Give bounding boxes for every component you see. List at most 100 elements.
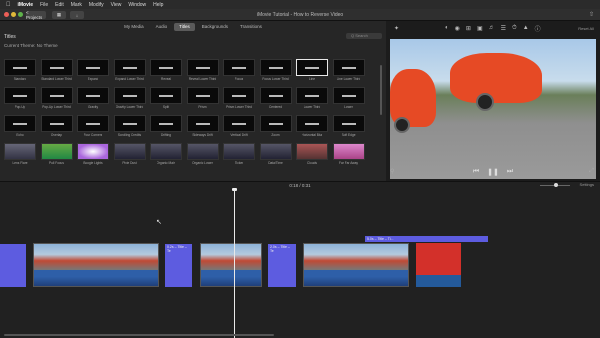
microphone-icon[interactable]: ⚲ xyxy=(390,168,394,175)
zoom-slider[interactable] xyxy=(540,183,570,187)
title-thumbnail[interactable] xyxy=(259,59,292,76)
title-thumbnail[interactable] xyxy=(150,143,182,160)
title-item[interactable]: Focus xyxy=(223,59,255,81)
title-item[interactable]: Standard xyxy=(4,59,36,81)
title-thumbnail[interactable] xyxy=(223,59,255,76)
title-thumbnail[interactable] xyxy=(296,115,328,132)
title-item[interactable]: Soft Edge xyxy=(332,115,365,137)
browser-scrollbar[interactable] xyxy=(380,65,382,115)
title-thumbnail[interactable] xyxy=(113,87,146,104)
title-thumbnail[interactable] xyxy=(4,59,36,76)
title-thumbnail[interactable] xyxy=(150,115,182,132)
tab-my-media[interactable]: My Media xyxy=(119,23,149,31)
skip-forward-icon[interactable]: ⏭ xyxy=(507,168,513,176)
title-clip[interactable]: 2.0s – Title – Te xyxy=(268,244,296,287)
title-thumbnail[interactable] xyxy=(150,87,182,104)
timeline-scrollbar[interactable] xyxy=(4,334,274,336)
title-clip-bar[interactable]: 5.0s – Title – Ti... xyxy=(365,236,488,242)
title-item[interactable]: Data/Time xyxy=(259,143,292,165)
settings-button[interactable]: Settings xyxy=(580,182,594,187)
audio-waveform[interactable] xyxy=(416,275,461,287)
title-clip[interactable] xyxy=(0,244,26,287)
filter-icon[interactable]: ▲ xyxy=(523,25,529,31)
title-thumbnail[interactable] xyxy=(296,143,328,160)
title-item[interactable]: Organic Lower xyxy=(186,143,219,165)
menu-modify[interactable]: Modify xyxy=(89,2,104,8)
title-item[interactable]: Zoom xyxy=(259,115,292,137)
playhead[interactable] xyxy=(234,190,235,338)
title-item[interactable]: Prism Lower Third xyxy=(223,87,255,109)
title-item[interactable]: Ticker xyxy=(223,143,255,165)
title-item[interactable]: Pixie Dust xyxy=(113,143,146,165)
title-item[interactable]: Pop-Up Lower Third xyxy=(40,87,73,109)
title-thumbnail[interactable] xyxy=(332,115,365,132)
title-item[interactable]: Focus Lower Third xyxy=(259,59,292,81)
title-item[interactable]: Gravity xyxy=(77,87,109,109)
title-thumbnail[interactable] xyxy=(150,59,182,76)
title-item[interactable]: Boogie Lights xyxy=(77,143,109,165)
reset-all-button[interactable]: Reset All xyxy=(578,26,594,31)
play-pause-icon[interactable]: ❚❚ xyxy=(487,168,499,176)
title-thumbnail[interactable] xyxy=(40,59,73,76)
title-item[interactable]: Prism xyxy=(186,87,219,109)
title-item[interactable]: Organic Main xyxy=(150,143,182,165)
title-item[interactable]: Pop-Up xyxy=(4,87,36,109)
menu-file[interactable]: File xyxy=(40,2,48,8)
title-item[interactable]: Clouds xyxy=(296,143,328,165)
title-item[interactable]: Four Corners xyxy=(77,115,109,137)
title-thumbnail[interactable] xyxy=(259,143,292,160)
title-item[interactable]: Centered xyxy=(259,87,292,109)
title-thumbnail[interactable] xyxy=(113,143,146,160)
title-thumbnail[interactable] xyxy=(40,115,73,132)
title-thumbnail[interactable] xyxy=(40,87,73,104)
title-thumbnail[interactable] xyxy=(186,143,219,160)
search-input[interactable]: Q Search xyxy=(346,33,382,39)
title-thumbnail[interactable] xyxy=(223,87,255,104)
wand-icon[interactable]: ✦ xyxy=(394,25,399,32)
title-item[interactable]: Pull Focus xyxy=(40,143,73,165)
title-thumbnail[interactable] xyxy=(77,143,109,160)
color-clip[interactable] xyxy=(416,243,461,275)
title-item[interactable]: Reveal xyxy=(150,59,182,81)
menu-help[interactable]: Help xyxy=(153,2,163,8)
menu-edit[interactable]: Edit xyxy=(55,2,64,8)
title-thumbnail[interactable] xyxy=(77,87,109,104)
title-thumbnail[interactable] xyxy=(186,87,219,104)
title-thumbnail[interactable] xyxy=(113,59,146,76)
apple-icon[interactable]:  xyxy=(6,2,11,8)
title-item[interactable]: Standard Lower Third xyxy=(40,59,73,81)
title-thumbnail[interactable] xyxy=(296,59,328,76)
video-clip[interactable] xyxy=(303,243,409,287)
title-item[interactable]: Split xyxy=(150,87,182,109)
title-thumbnail[interactable] xyxy=(259,115,292,132)
title-thumbnail[interactable] xyxy=(296,87,328,104)
video-clip[interactable] xyxy=(33,243,159,287)
title-item[interactable]: Gravity Lower Third xyxy=(113,87,146,109)
title-thumbnail[interactable] xyxy=(77,59,109,76)
menu-app[interactable]: iMovie xyxy=(18,2,34,8)
color-icon[interactable]: ◉ xyxy=(455,25,460,32)
title-item[interactable]: Sideways Drift xyxy=(186,115,219,137)
title-thumbnail[interactable] xyxy=(186,59,219,76)
tab-transitions[interactable]: Transitions xyxy=(235,23,267,31)
stabilize-icon[interactable]: ▣ xyxy=(477,25,483,32)
zoom-slider-handle[interactable] xyxy=(554,183,558,187)
tab-titles[interactable]: Titles xyxy=(174,23,195,31)
title-item[interactable]: Horizontal Blur xyxy=(296,115,328,137)
crop-icon[interactable]: ⊞ xyxy=(466,25,471,32)
title-thumbnail[interactable] xyxy=(186,115,219,132)
title-clip[interactable]: 0.2s – Title – Te xyxy=(165,244,192,287)
tab-audio[interactable]: Audio xyxy=(151,23,173,31)
title-thumbnail[interactable] xyxy=(40,143,73,160)
video-clip[interactable] xyxy=(200,243,262,287)
title-item[interactable]: Line Lower Third xyxy=(332,59,365,81)
title-item[interactable]: Expand Lower Third xyxy=(113,59,146,81)
noise-icon[interactable]: ☰ xyxy=(501,25,506,32)
title-thumbnail[interactable] xyxy=(77,115,109,132)
title-item[interactable]: Echo xyxy=(4,115,36,137)
title-thumbnail[interactable] xyxy=(223,143,255,160)
title-thumbnail[interactable] xyxy=(332,87,365,104)
title-item[interactable]: Overlap xyxy=(40,115,73,137)
title-thumbnail[interactable] xyxy=(332,59,365,76)
title-thumbnail[interactable] xyxy=(4,87,36,104)
